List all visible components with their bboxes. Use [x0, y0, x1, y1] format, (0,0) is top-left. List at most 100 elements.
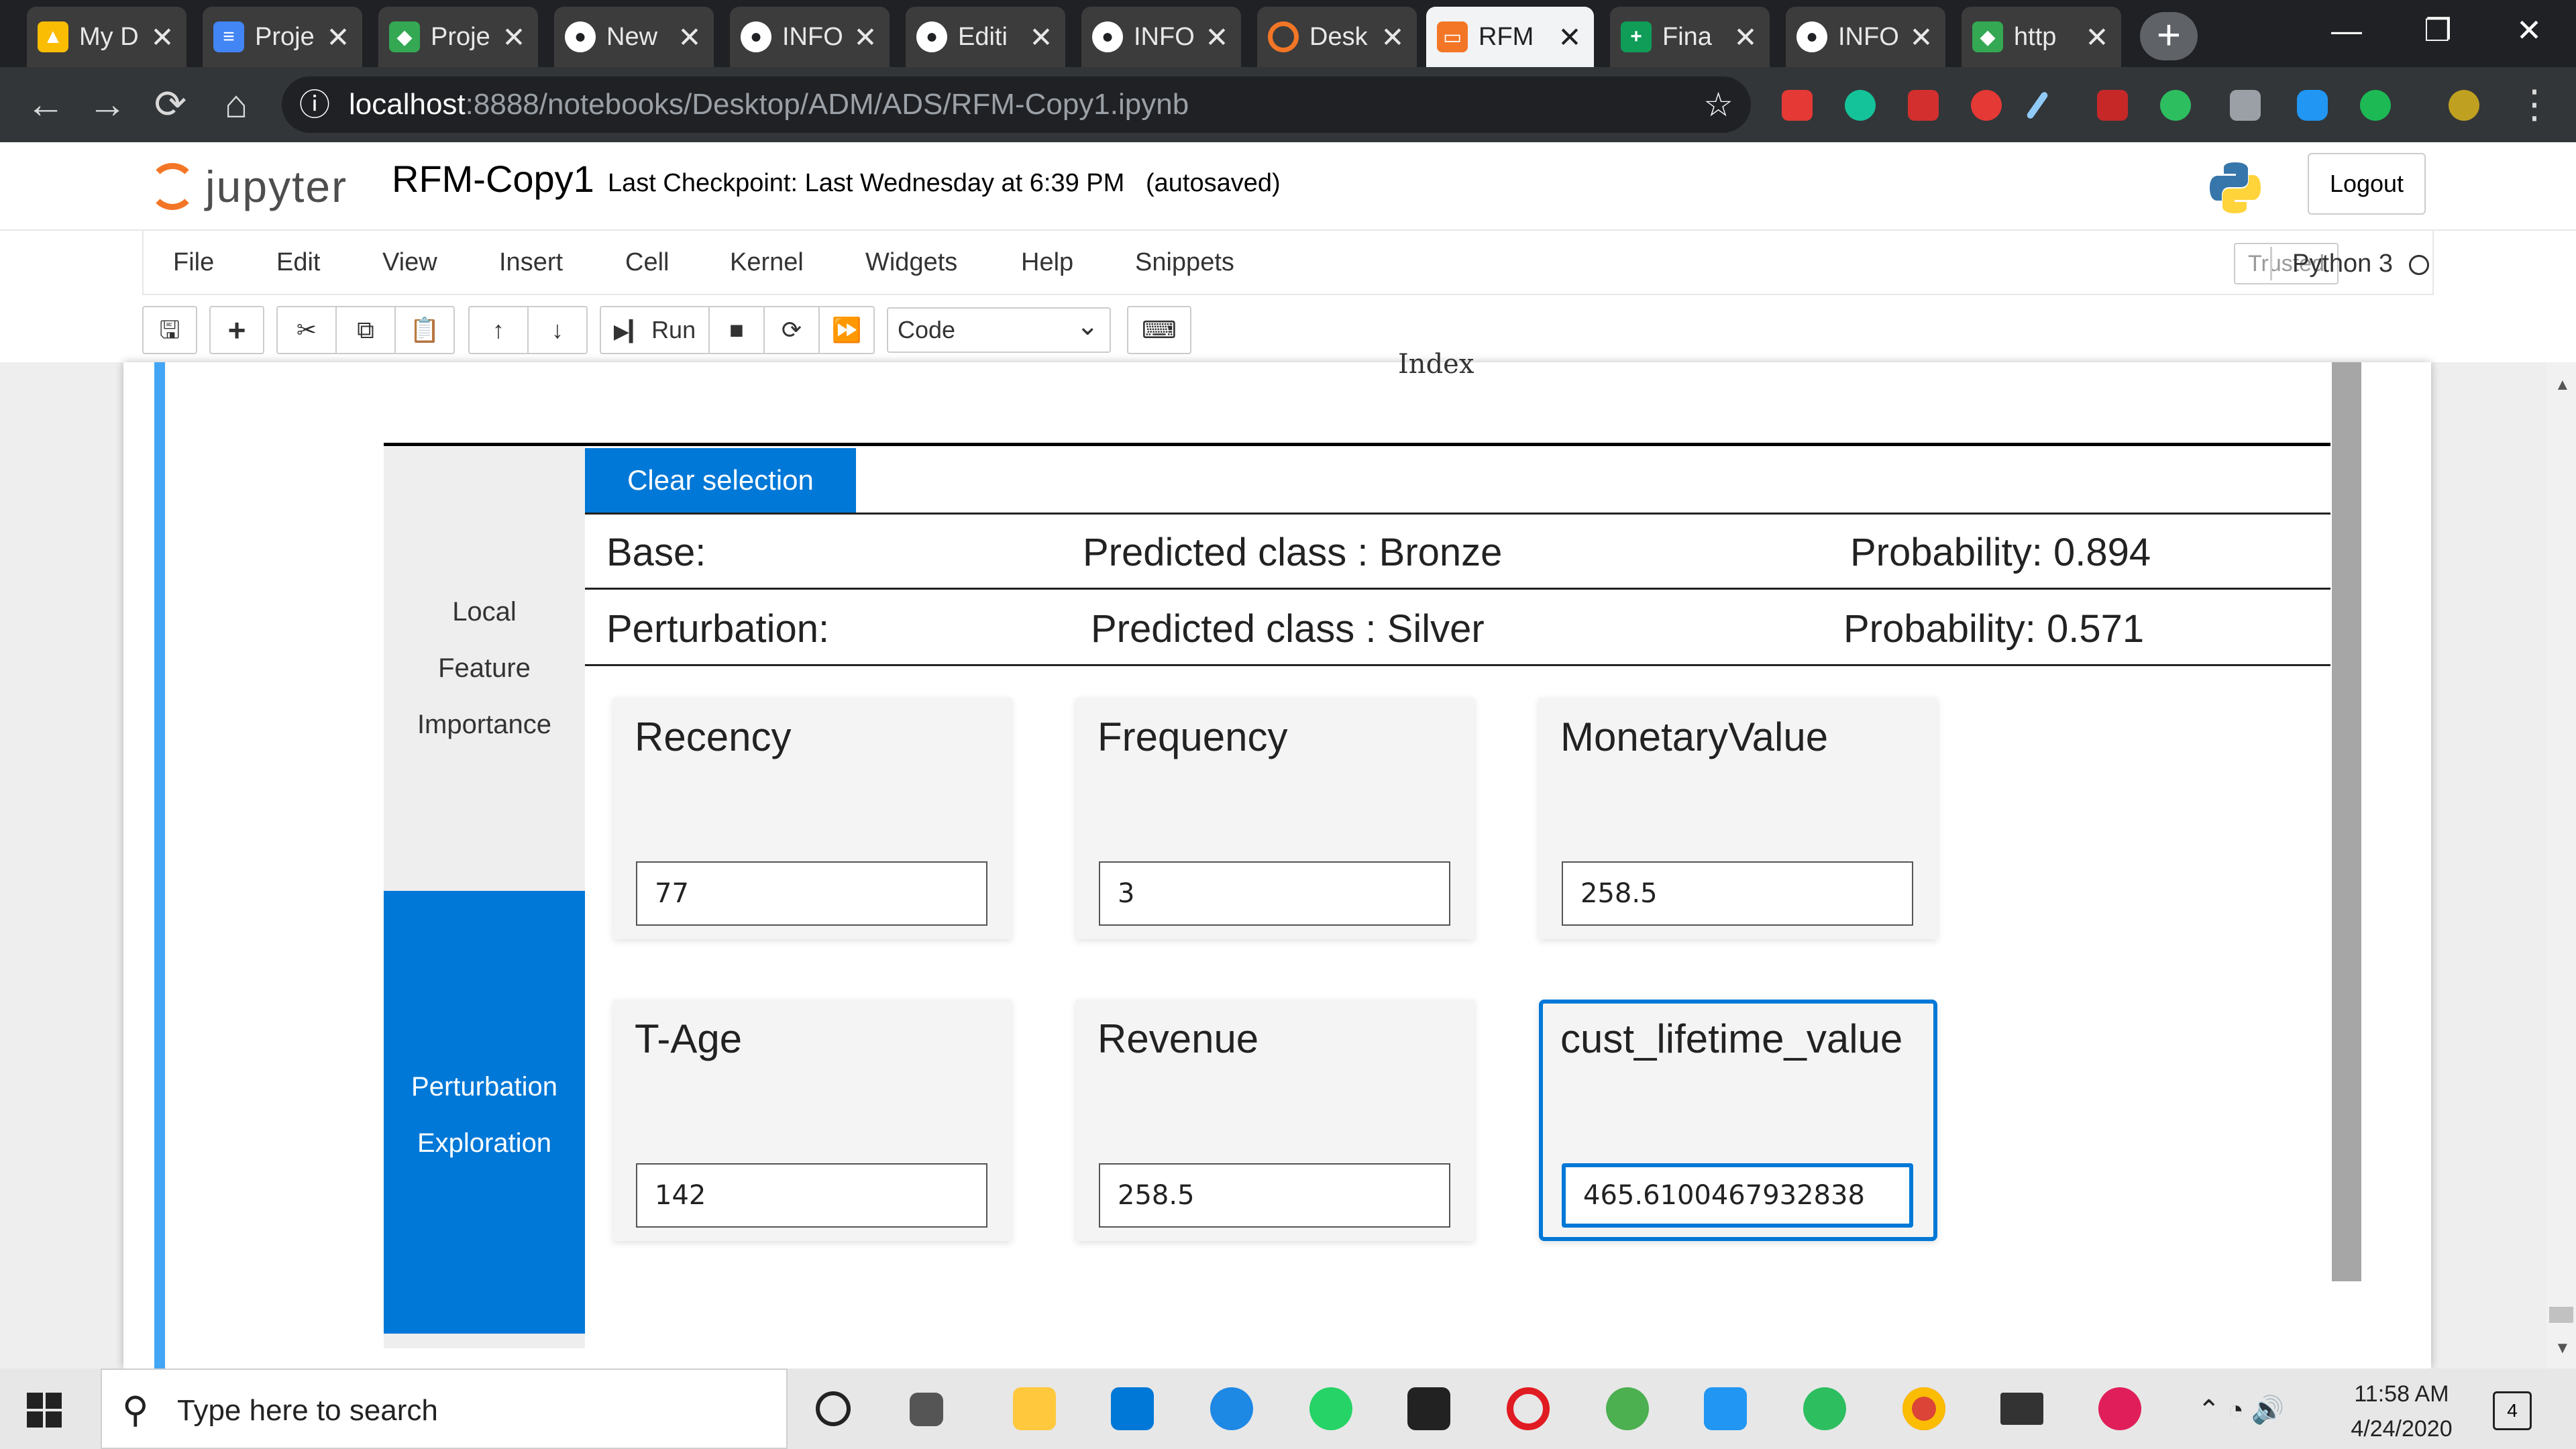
tab-close-icon[interactable]: ✕: [2084, 21, 2110, 54]
slack-icon[interactable]: [2098, 1387, 2141, 1430]
browser-tab[interactable]: + Fina ✕: [1610, 7, 1770, 67]
browser-tab[interactable]: ◆ http ✕: [1962, 7, 2121, 67]
tab-close-icon[interactable]: ✕: [676, 21, 703, 54]
microsoft-store-icon[interactable]: [1407, 1387, 1450, 1430]
scroll-down-arrow-icon[interactable]: ▼: [2555, 1339, 2571, 1358]
tab-close-icon[interactable]: ✕: [852, 21, 879, 54]
menu-help[interactable]: Help: [1021, 248, 1073, 277]
chrome-icon[interactable]: [1902, 1387, 1945, 1430]
action-center-icon[interactable]: 4: [2493, 1391, 2532, 1430]
browser-tab[interactable]: ● INFO ✕: [1786, 7, 1945, 67]
extension-icon[interactable]: [2360, 90, 2391, 121]
menu-file[interactable]: File: [173, 248, 214, 277]
cut-icon[interactable]: ✂: [276, 306, 337, 354]
home-icon[interactable]: ⌂: [211, 79, 262, 130]
stop-icon[interactable]: ■: [708, 306, 765, 354]
app-icon[interactable]: [1606, 1387, 1649, 1430]
grammarly-icon[interactable]: [1845, 90, 1876, 121]
output-scrollbar[interactable]: [2332, 362, 2361, 1281]
browser-tab[interactable]: ● New ✕: [554, 7, 714, 67]
feature-value-input[interactable]: 77: [636, 861, 987, 926]
tab-close-icon[interactable]: ✕: [149, 21, 176, 54]
tab-close-icon[interactable]: ✕: [1556, 21, 1583, 54]
feature-value-input[interactable]: 258.5: [1099, 1163, 1450, 1228]
move-up-icon[interactable]: ↑: [468, 306, 529, 354]
browser-menu-icon[interactable]: ⋮: [2509, 79, 2560, 130]
app-icon[interactable]: [1704, 1387, 1747, 1430]
notebook-name[interactable]: RFM-Copy1: [392, 157, 594, 201]
extension-icon[interactable]: [2097, 90, 2128, 121]
browser-tab[interactable]: ● INFO ✕: [730, 7, 890, 67]
browser-tab-active[interactable]: ▭ RFM ✕: [1426, 7, 1594, 67]
cloud-extension-icon[interactable]: [2297, 90, 2328, 121]
fast-forward-icon[interactable]: ⏩: [818, 306, 875, 354]
browser-tab[interactable]: ≡ Proje ✕: [203, 7, 362, 67]
clear-selection-button[interactable]: Clear selection: [585, 448, 856, 513]
site-info-icon[interactable]: ⓘ: [299, 76, 330, 133]
adblock-icon[interactable]: [1971, 90, 2002, 121]
profile-avatar-icon[interactable]: [2449, 90, 2479, 121]
file-explorer-icon[interactable]: [1013, 1387, 1056, 1430]
windows-start-icon[interactable]: [27, 1393, 62, 1428]
scroll-up-arrow-icon[interactable]: ▲: [2555, 376, 2571, 394]
mail-icon[interactable]: [1111, 1387, 1154, 1430]
bookmark-star-icon[interactable]: ☆: [1703, 76, 1733, 133]
browser-tab[interactable]: ▲ My D ✕: [27, 7, 186, 67]
tab-close-icon[interactable]: ✕: [1908, 21, 1935, 54]
browser-tab[interactable]: ● Editi ✕: [906, 7, 1065, 67]
task-view-icon[interactable]: [910, 1393, 943, 1426]
terminal-icon[interactable]: [2000, 1393, 2043, 1425]
tab-close-icon[interactable]: ✕: [1203, 21, 1230, 54]
code-extension-icon[interactable]: [2230, 90, 2261, 121]
save-icon[interactable]: 🖫: [142, 306, 197, 354]
menu-cell[interactable]: Cell: [625, 248, 669, 277]
menu-kernel[interactable]: Kernel: [730, 248, 804, 277]
paste-icon[interactable]: 📋: [394, 306, 455, 354]
add-cell-icon[interactable]: +: [209, 306, 264, 354]
browser-tab[interactable]: ◆ Proje ✕: [378, 7, 538, 67]
tab-close-icon[interactable]: ✕: [1379, 21, 1406, 54]
restore-window-icon[interactable]: ❐: [2395, 0, 2481, 67]
page-scrollbar[interactable]: ▲ ▼: [2546, 362, 2576, 1368]
sidebar-item-local-feature-importance[interactable]: Local Feature Importance: [384, 584, 585, 753]
cell-type-select[interactable]: Code ⌄: [887, 307, 1111, 353]
system-clock[interactable]: 11:58 AM 4/24/2020: [2334, 1377, 2469, 1446]
browser-tab[interactable]: ● INFO ✕: [1081, 7, 1241, 67]
sidebar-item-perturbation-exploration[interactable]: Perturbation Exploration: [384, 891, 585, 1334]
app-icon[interactable]: [1210, 1387, 1253, 1430]
extension-icon[interactable]: [1908, 90, 1939, 121]
menu-view[interactable]: View: [382, 248, 437, 277]
menu-widgets[interactable]: Widgets: [865, 248, 957, 277]
tab-close-icon[interactable]: ✕: [1732, 21, 1759, 54]
feature-value-input[interactable]: 142: [636, 1163, 987, 1228]
feature-value-input[interactable]: 465.6100467932838: [1562, 1163, 1913, 1228]
tab-close-icon[interactable]: ✕: [325, 21, 352, 54]
feature-value-input[interactable]: 3: [1099, 861, 1450, 926]
jupyter-logo[interactable]: jupyter: [149, 154, 347, 219]
menu-edit[interactable]: Edit: [276, 248, 320, 277]
taskbar-search-box[interactable]: ⚲ Type here to search: [101, 1368, 788, 1449]
feature-value-input[interactable]: 258.5: [1562, 861, 1913, 926]
opera-icon[interactable]: [1507, 1387, 1550, 1430]
menu-snippets[interactable]: Snippets: [1135, 248, 1234, 277]
new-tab-button[interactable]: +: [2140, 12, 2198, 60]
evernote-icon[interactable]: [2160, 90, 2191, 121]
run-button[interactable]: ▶▎ Run: [600, 306, 710, 354]
cortana-icon[interactable]: [816, 1391, 851, 1426]
scroll-thumb[interactable]: [2549, 1307, 2573, 1323]
move-down-icon[interactable]: ↓: [527, 306, 588, 354]
copy-icon[interactable]: ⧉: [335, 306, 396, 354]
restart-icon[interactable]: ⟳: [763, 306, 820, 354]
tab-close-icon[interactable]: ✕: [500, 21, 527, 54]
extension-icon[interactable]: [1782, 90, 1813, 121]
url-bar[interactable]: ⓘ localhost:8888/notebooks/Desktop/ADM/AD…: [282, 76, 1751, 133]
pen-icon[interactable]: [2025, 91, 2049, 120]
close-window-icon[interactable]: ✕: [2486, 0, 2572, 67]
whatsapp-icon[interactable]: [1309, 1387, 1352, 1430]
minimize-window-icon[interactable]: —: [2304, 0, 2390, 67]
browser-tab[interactable]: Desk ✕: [1257, 7, 1417, 67]
reload-icon[interactable]: ⟳: [145, 79, 196, 130]
menu-insert[interactable]: Insert: [499, 248, 563, 277]
keyboard-icon[interactable]: ⌨: [1127, 306, 1191, 354]
back-arrow-icon[interactable]: ←: [20, 79, 71, 130]
